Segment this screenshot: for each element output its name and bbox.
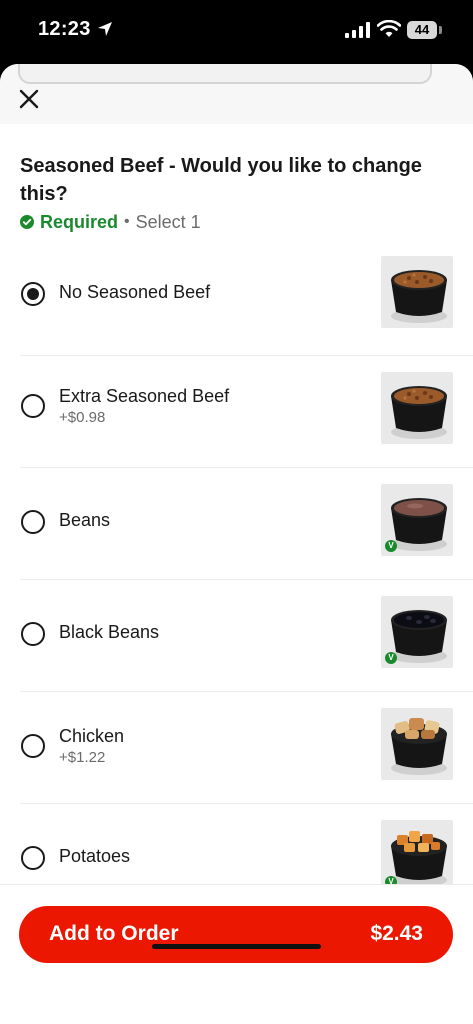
wifi-icon (377, 20, 401, 37)
seasoned-beef-bowl-icon (391, 270, 447, 323)
cellular-signal-icon (345, 22, 370, 38)
option-text: Extra Seasoned Beef +$0.98 (59, 385, 229, 428)
option-text: Black Beans (59, 621, 159, 643)
radio-button[interactable] (21, 394, 45, 418)
sheet-handle[interactable] (18, 64, 432, 84)
battery-icon: 44 (407, 21, 437, 39)
radio-selected-dot (27, 288, 39, 300)
seasoned-beef-image (381, 256, 453, 328)
option-name: Beans (59, 510, 111, 530)
refried-beans-image: V (381, 484, 453, 556)
location-arrow-icon (98, 22, 112, 36)
required-label: Required (40, 211, 119, 232)
radio-button[interactable] (21, 510, 45, 534)
vegetarian-badge-icon: V (385, 540, 397, 552)
select-hint: Select 1 (135, 211, 201, 232)
option-name: Black Beans (59, 622, 160, 642)
option-text: Beans (59, 509, 110, 531)
option-row[interactable]: Extra Seasoned Beef +$0.98 (0, 356, 473, 468)
black-beans-image: V (381, 596, 453, 668)
option-text: Potatoes (59, 845, 130, 867)
check-circle-icon (20, 215, 34, 229)
options-sheet: Seasoned Beef - Would you like to change… (0, 64, 473, 1024)
requirement-row: Required • Select 1 (20, 210, 201, 234)
radio-button[interactable] (21, 622, 45, 646)
seasoned-beef-bowl-icon (391, 386, 447, 439)
option-text: Chicken +$1.22 (59, 725, 124, 768)
option-price: +$1.22 (59, 749, 106, 766)
separator-dot: • (124, 213, 130, 230)
option-name: Potatoes (59, 846, 131, 866)
option-row[interactable]: Black Beans V (0, 580, 473, 692)
option-row[interactable]: Chicken +$1.22 (0, 692, 473, 804)
option-name: Chicken (59, 726, 125, 746)
potatoes-image: V (381, 820, 453, 892)
seasoned-beef-image (381, 372, 453, 444)
order-total: $2.43 (370, 922, 423, 945)
home-indicator[interactable] (152, 944, 321, 949)
option-row[interactable]: Beans V (0, 468, 473, 580)
radio-button[interactable] (21, 282, 45, 306)
section-title: Seasoned Beef - Would you like to change… (20, 155, 422, 205)
chicken-image (381, 708, 453, 780)
option-name: No Seasoned Beef (59, 282, 211, 302)
add-to-order-label: Add to Order (49, 922, 179, 945)
battery-cap (439, 26, 442, 34)
option-text: No Seasoned Beef (59, 281, 210, 303)
option-row[interactable]: No Seasoned Beef (0, 244, 473, 356)
add-to-order-button[interactable]: Add to Order $2.43 (19, 906, 453, 963)
radio-button[interactable] (21, 734, 45, 758)
radio-button[interactable] (21, 846, 45, 870)
status-bar: 12:23 44 (0, 0, 473, 60)
option-price: +$0.98 (59, 409, 106, 426)
status-time: 12:23 (38, 18, 91, 40)
footer: Add to Order $2.43 (0, 884, 473, 1024)
vegetarian-badge-icon: V (385, 652, 397, 664)
close-icon[interactable] (16, 86, 42, 112)
chicken-bowl-icon (391, 718, 447, 775)
option-name: Extra Seasoned Beef (59, 386, 230, 406)
